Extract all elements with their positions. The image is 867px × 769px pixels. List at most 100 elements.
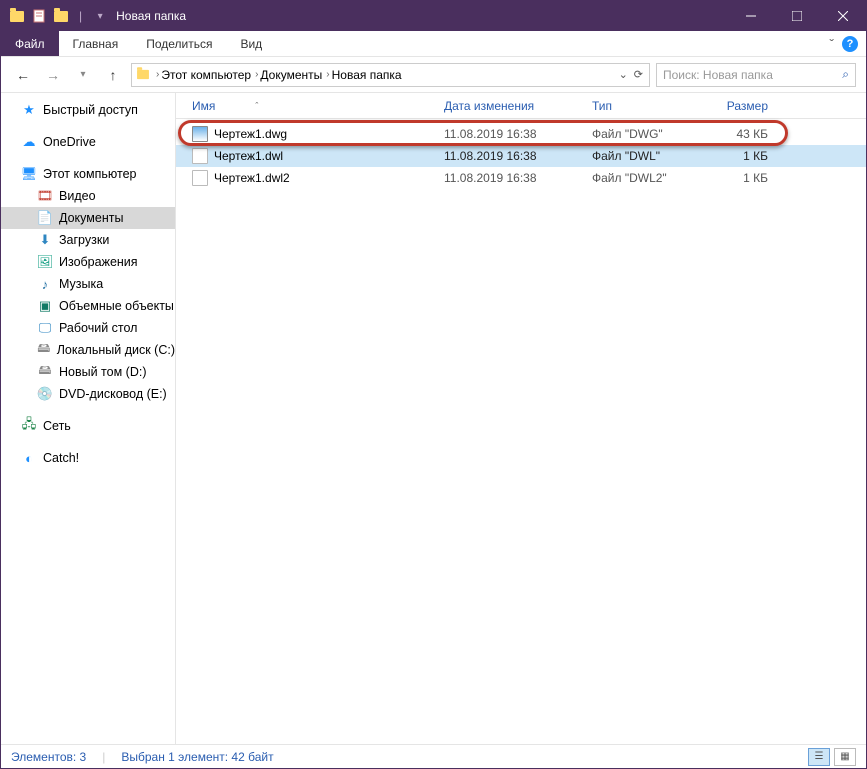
tab-home[interactable]: Главная bbox=[59, 31, 133, 56]
file-name: Чертеж1.dwg bbox=[214, 127, 287, 141]
sidebar-quick-access[interactable]: ★ Быстрый доступ bbox=[1, 99, 175, 121]
column-size[interactable]: Размер bbox=[702, 99, 782, 113]
minimize-button[interactable] bbox=[728, 1, 774, 31]
star-icon: ★ bbox=[21, 102, 37, 118]
file-type: Файл "DWL2" bbox=[586, 171, 702, 185]
forward-button[interactable]: → bbox=[41, 63, 65, 87]
dvd-icon: 💿 bbox=[37, 386, 53, 402]
back-button[interactable]: ← bbox=[11, 63, 35, 87]
tab-share[interactable]: Поделиться bbox=[132, 31, 226, 56]
file-icon bbox=[192, 126, 208, 142]
file-name: Чертеж1.dwl2 bbox=[214, 171, 290, 185]
status-separator: | bbox=[102, 750, 105, 764]
column-name[interactable]: Имя ˆ bbox=[186, 99, 438, 113]
view-switcher: ☰ ▦ bbox=[808, 748, 856, 766]
tab-file[interactable]: Файл bbox=[1, 31, 59, 56]
close-button[interactable] bbox=[820, 1, 866, 31]
sidebar-item[interactable]: ⬇Загрузки bbox=[1, 229, 175, 251]
titlebar: | ▾ Новая папка bbox=[1, 1, 866, 31]
details-view-button[interactable]: ☰ bbox=[808, 748, 830, 766]
sidebar-item-label: Документы bbox=[59, 211, 123, 225]
breadcrumb-item[interactable]: Новая папка bbox=[332, 68, 402, 82]
chevron-right-icon[interactable]: › bbox=[326, 69, 329, 80]
dl-icon: ⬇ bbox=[37, 232, 53, 248]
file-size: 43 КБ bbox=[702, 127, 782, 141]
sidebar-item-label: Изображения bbox=[59, 255, 138, 269]
sidebar-item[interactable]: 🖼 Изображения bbox=[1, 251, 175, 273]
search-icon[interactable]: ⌕ bbox=[842, 67, 849, 82]
breadcrumb-item[interactable]: Документы› bbox=[260, 68, 329, 82]
explorer-window: | ▾ Новая папка Файл Главная Поделиться … bbox=[0, 0, 867, 769]
doc-icon: 📄 bbox=[37, 210, 53, 226]
up-button[interactable]: ↑ bbox=[101, 63, 125, 87]
sidebar-network[interactable]: 🖧 Сеть bbox=[1, 415, 175, 437]
sidebar-item[interactable]: 🖴Локальный диск (C:) bbox=[1, 339, 175, 361]
network-icon: 🖧 bbox=[21, 418, 37, 434]
file-row[interactable]: Чертеж1.dwl 11.08.2019 16:38 Файл "DWL" … bbox=[176, 145, 866, 167]
file-row[interactable]: Чертеж1.dwl2 11.08.2019 16:38 Файл "DWL2… bbox=[176, 167, 866, 189]
sidebar-item[interactable]: 🖴Новый том (D:) bbox=[1, 361, 175, 383]
sidebar-item-label: DVD-дисковод (E:) bbox=[59, 387, 167, 401]
file-date: 11.08.2019 16:38 bbox=[438, 149, 586, 163]
tab-view[interactable]: Вид bbox=[226, 31, 276, 56]
sidebar-item-label: OneDrive bbox=[43, 135, 96, 149]
status-bar: Элементов: 3 | Выбран 1 элемент: 42 байт… bbox=[1, 744, 866, 768]
recent-dropdown-icon[interactable]: ▾ bbox=[71, 63, 95, 87]
sidebar-item[interactable]: 🎞Видео bbox=[1, 185, 175, 207]
sidebar-item[interactable]: 🖵 Рабочий стол bbox=[1, 317, 175, 339]
img-icon: 🖼 bbox=[37, 254, 53, 270]
sidebar-item[interactable]: 💿 DVD-дисковод (E:) bbox=[1, 383, 175, 405]
sidebar-item[interactable]: ▣Объемные объекты bbox=[1, 295, 175, 317]
folder-icon bbox=[9, 8, 25, 24]
file-name: Чертеж1.dwl bbox=[214, 149, 283, 163]
column-type[interactable]: Тип bbox=[586, 99, 702, 113]
sidebar-item-label: Рабочий стол bbox=[59, 321, 137, 335]
new-folder-icon[interactable] bbox=[53, 8, 69, 24]
status-selection: Выбран 1 элемент: 42 байт bbox=[121, 750, 273, 764]
sidebar-item-label: Этот компьютер bbox=[43, 167, 136, 181]
file-panel: Имя ˆ Дата изменения Тип Размер Чертеж1.… bbox=[176, 93, 866, 744]
column-date[interactable]: Дата изменения bbox=[438, 99, 586, 113]
video-icon: 🎞 bbox=[37, 188, 53, 204]
file-size: 1 КБ bbox=[702, 171, 782, 185]
sidebar-item-label: Объемные объекты bbox=[59, 299, 174, 313]
sidebar-item-label: Новый том (D:) bbox=[59, 365, 147, 379]
ribbon: Файл Главная Поделиться Вид ˇ ? bbox=[1, 31, 866, 57]
window-title: Новая папка bbox=[116, 9, 186, 23]
sidebar-item[interactable]: ♪Музыка bbox=[1, 273, 175, 295]
search-input[interactable]: Поиск: Новая папка ⌕ bbox=[656, 63, 856, 87]
file-date: 11.08.2019 16:38 bbox=[438, 127, 586, 141]
cloud-icon: ☁ bbox=[21, 134, 37, 150]
desk-icon: 🖵 bbox=[37, 320, 53, 336]
chevron-right-icon[interactable]: › bbox=[156, 69, 159, 80]
thumbnails-view-button[interactable]: ▦ bbox=[834, 748, 856, 766]
body: ★ Быстрый доступ ☁ OneDrive 🖥 Этот компь… bbox=[1, 93, 866, 744]
sidebar-catch[interactable]: ◐ Catch! bbox=[1, 447, 175, 469]
address-bar[interactable]: › Этот компьютер› Документы› Новая папка… bbox=[131, 63, 650, 87]
chevron-right-icon[interactable]: › bbox=[255, 69, 258, 80]
file-type: Файл "DWG" bbox=[586, 127, 702, 141]
toolbar-dropdown-icon[interactable]: ▾ bbox=[92, 8, 108, 24]
sidebar-item[interactable]: 📄 Документы bbox=[1, 207, 175, 229]
sidebar-this-pc[interactable]: 🖥 Этот компьютер bbox=[1, 163, 175, 185]
breadcrumb-item[interactable]: Этот компьютер› bbox=[161, 68, 258, 82]
help-icon[interactable]: ? bbox=[842, 36, 858, 52]
file-date: 11.08.2019 16:38 bbox=[438, 171, 586, 185]
properties-icon[interactable] bbox=[31, 8, 47, 24]
toolbar-separator: | bbox=[79, 9, 82, 23]
address-dropdown-icon[interactable]: ⌄ bbox=[619, 68, 628, 81]
column-headers: Имя ˆ Дата изменения Тип Размер bbox=[176, 93, 866, 119]
pc-icon: 🖥 bbox=[21, 166, 37, 182]
file-type: Файл "DWL" bbox=[586, 149, 702, 163]
file-row[interactable]: Чертеж1.dwg 11.08.2019 16:38 Файл "DWG" … bbox=[176, 123, 866, 145]
status-item-count: Элементов: 3 bbox=[11, 750, 86, 764]
sidebar-item-label: Быстрый доступ bbox=[43, 103, 138, 117]
ribbon-expand-icon[interactable]: ˇ bbox=[829, 36, 834, 52]
sidebar-item-label: Музыка bbox=[59, 277, 103, 291]
sidebar-onedrive[interactable]: ☁ OneDrive bbox=[1, 131, 175, 153]
maximize-button[interactable] bbox=[774, 1, 820, 31]
refresh-icon[interactable]: ⟳ bbox=[634, 68, 643, 81]
file-size: 1 КБ bbox=[702, 149, 782, 163]
search-placeholder: Поиск: Новая папка bbox=[663, 68, 773, 82]
folder-icon bbox=[137, 70, 149, 79]
